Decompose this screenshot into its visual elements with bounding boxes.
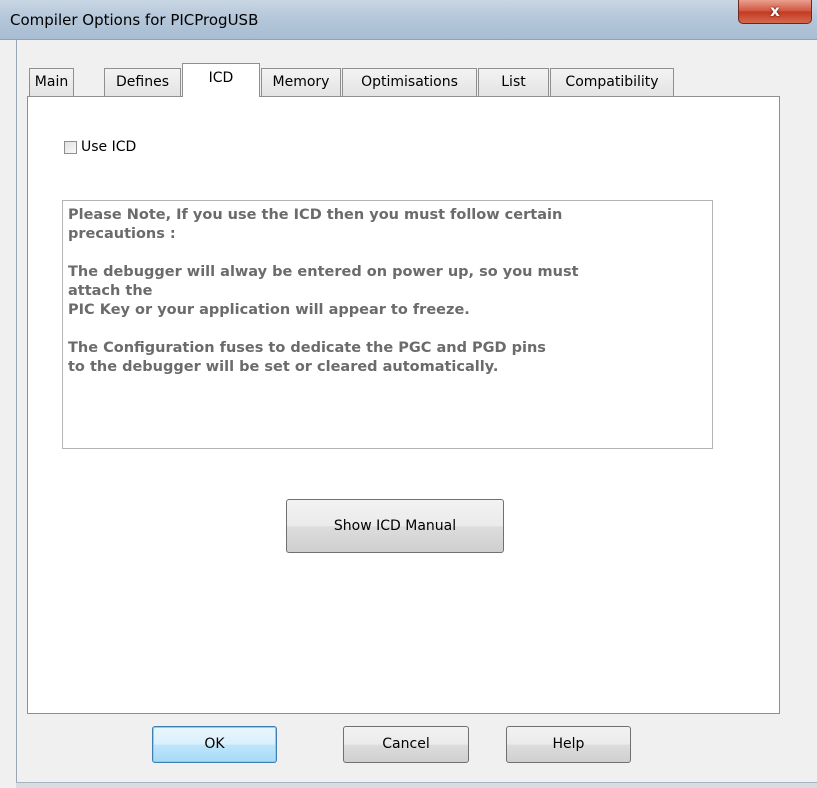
show-icd-manual-button[interactable]: Show ICD Manual xyxy=(286,499,504,553)
ok-button[interactable]: OK xyxy=(152,726,277,763)
tab-main[interactable]: Main xyxy=(29,68,74,96)
tab-optimisations[interactable]: Optimisations xyxy=(342,68,477,96)
use-icd-checkbox[interactable] xyxy=(64,140,77,154)
use-icd-option[interactable]: Use ICD xyxy=(64,139,136,155)
close-icon: x xyxy=(770,2,780,20)
window-title: Compiler Options for PICProgUSB xyxy=(10,11,259,29)
help-button[interactable]: Help xyxy=(506,726,631,763)
icd-precautions-note: Please Note, If you use the ICD then you… xyxy=(62,200,713,449)
tab-label: ICD xyxy=(208,70,234,86)
use-icd-label: Use ICD xyxy=(81,139,137,155)
dialog-bottom-edge xyxy=(16,782,817,788)
tab-label: Compatibility xyxy=(565,74,659,90)
tab-compatibility[interactable]: Compatibility xyxy=(550,68,674,96)
tab-label: Memory xyxy=(272,74,330,90)
tab-label: Defines xyxy=(116,74,169,90)
tab-icd[interactable]: ICD xyxy=(182,63,260,97)
close-button[interactable]: x xyxy=(738,0,812,24)
tab-label: List xyxy=(501,74,526,90)
tab-label: Main xyxy=(34,74,69,90)
title-bar: Compiler Options for PICProgUSB xyxy=(0,0,817,40)
tab-memory[interactable]: Memory xyxy=(261,68,341,96)
tab-list[interactable]: List xyxy=(478,68,549,96)
tab-label: Optimisations xyxy=(361,74,458,90)
tab-defines[interactable]: Defines xyxy=(104,68,181,96)
cancel-button[interactable]: Cancel xyxy=(343,726,469,763)
